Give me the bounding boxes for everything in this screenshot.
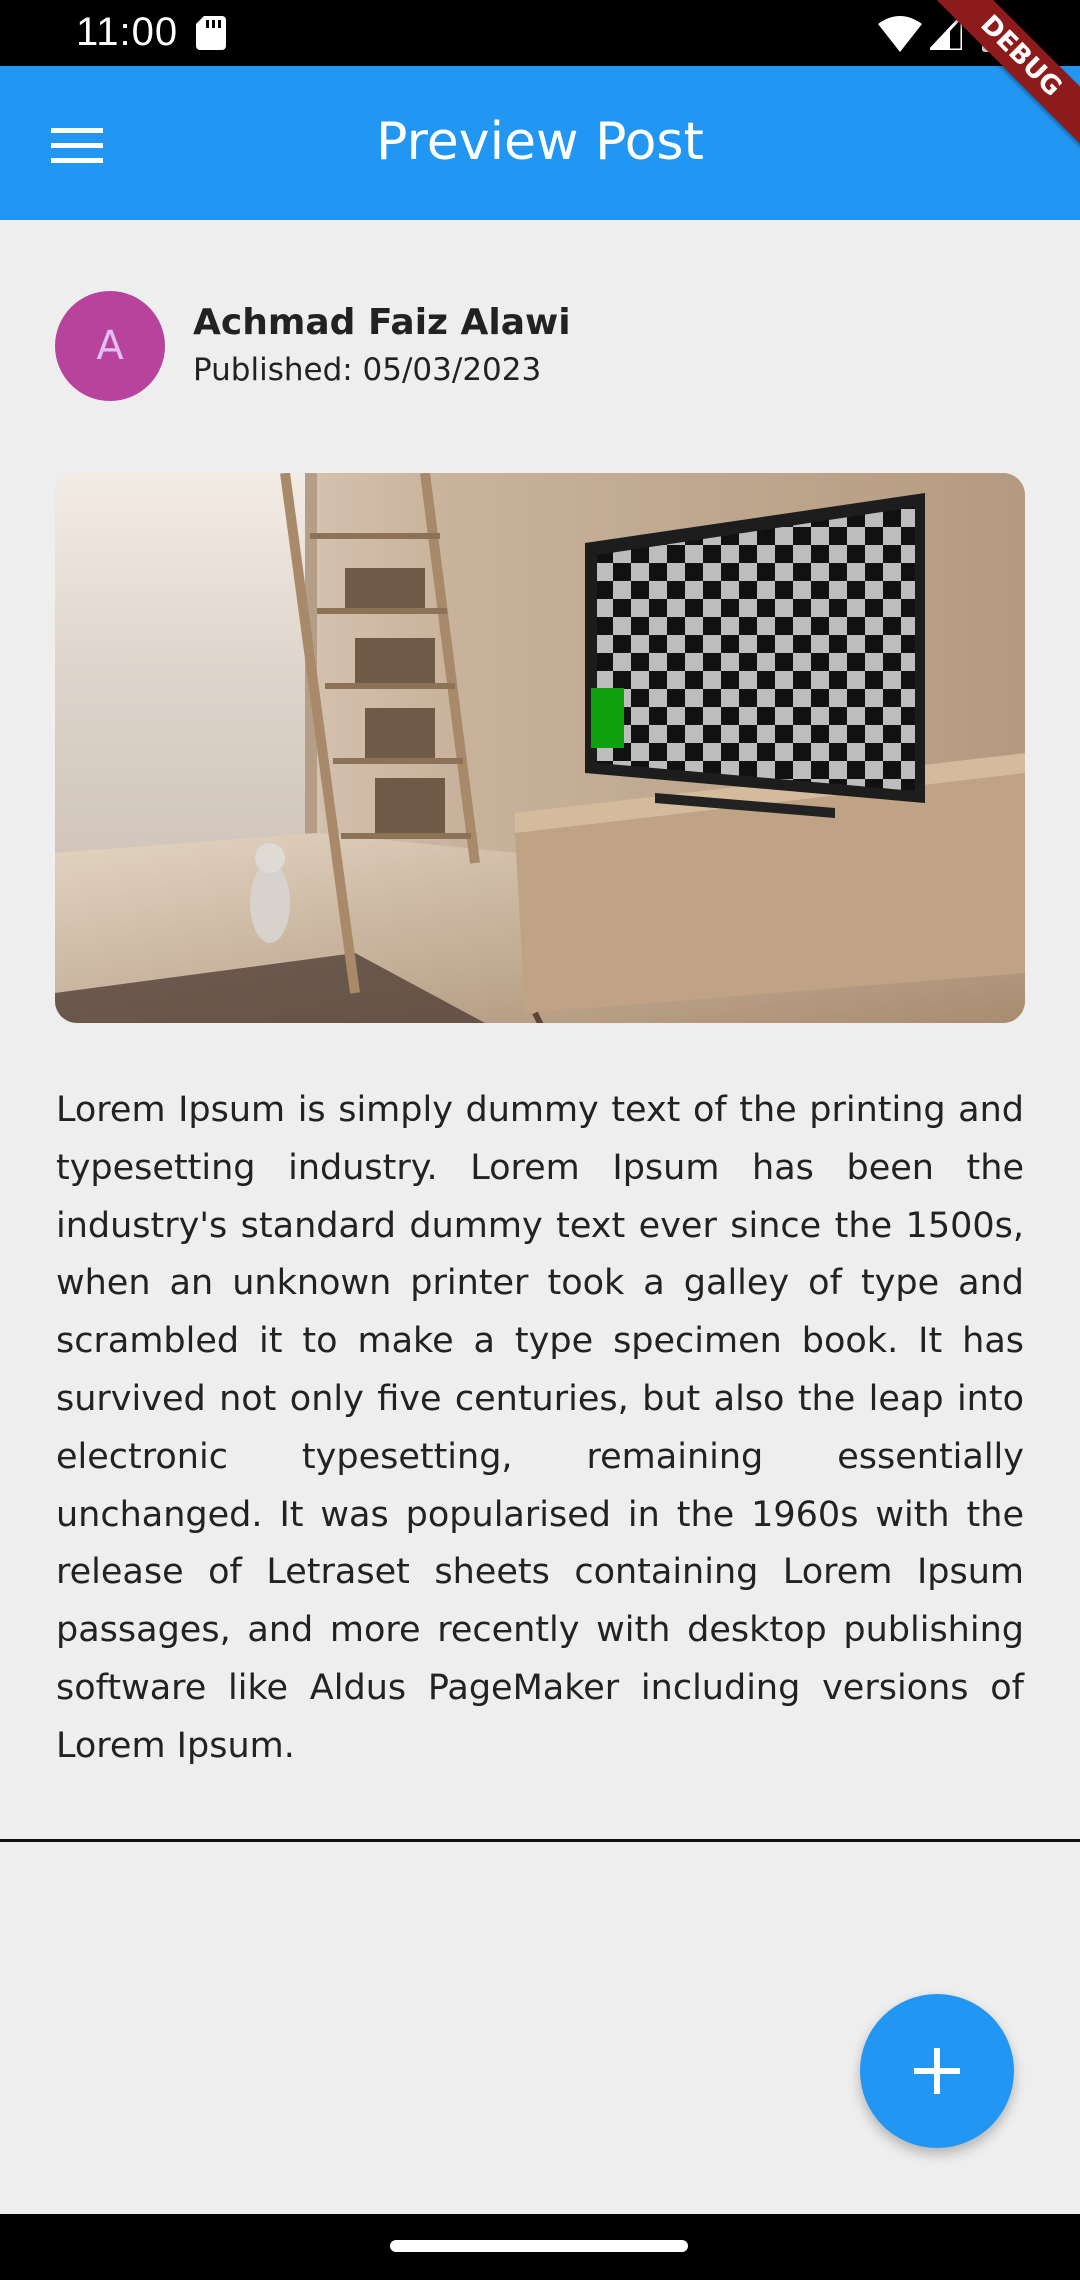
avatar[interactable]: A (55, 291, 165, 401)
avatar-initial: A (96, 323, 124, 369)
wifi-icon (878, 16, 922, 52)
post-image (55, 473, 1025, 1023)
divider (0, 1839, 1080, 1842)
status-bar: 11:00 (0, 0, 1080, 66)
published-date: Published: 05/03/2023 (193, 352, 542, 388)
post-body: Lorem Ipsum is simply dummy text of the … (56, 1090, 1024, 1766)
home-handle[interactable] (390, 2240, 688, 2252)
living-room-tv-photo (55, 473, 1025, 1023)
navigation-bar (0, 2214, 1080, 2280)
page-title: Preview Post (376, 112, 704, 172)
add-icon (914, 2048, 960, 2094)
screen: 11:00 Preview Post DEBUG A Achmad Faiz A… (0, 0, 1080, 2280)
status-time: 11:00 (76, 10, 179, 54)
sd-card-icon (196, 16, 226, 50)
author-name: Achmad Faiz Alawi (193, 302, 571, 343)
add-post-button[interactable] (860, 1994, 1014, 2148)
app-bar: Preview Post (0, 66, 1080, 220)
